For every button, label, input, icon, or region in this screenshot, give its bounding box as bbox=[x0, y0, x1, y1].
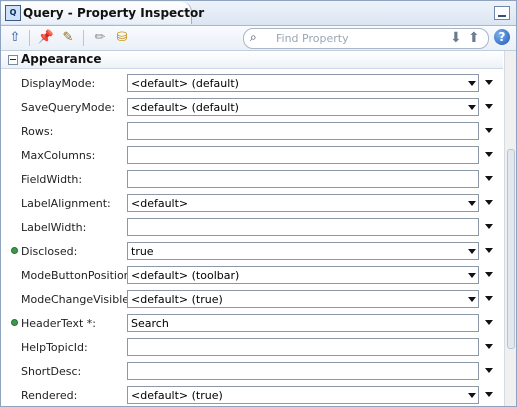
query-icon: Q bbox=[5, 5, 21, 21]
property-input[interactable] bbox=[127, 146, 479, 164]
property-menu-icon[interactable] bbox=[485, 104, 493, 109]
property-label: Rows: bbox=[21, 125, 54, 138]
property-row: LabelWidth: bbox=[1, 215, 503, 239]
property-value: <default> (toolbar) bbox=[131, 269, 240, 282]
property-menu-icon[interactable] bbox=[485, 392, 493, 397]
property-row: HeaderText *: Search bbox=[1, 311, 503, 335]
property-input[interactable] bbox=[127, 338, 479, 356]
property-row: Disclosed: true bbox=[1, 239, 503, 263]
toolbar-separator bbox=[29, 30, 30, 46]
property-menu-icon[interactable] bbox=[485, 272, 493, 277]
inspector-tab[interactable]: Q Query - Property Inspector bbox=[1, 2, 204, 24]
window-title: Query - Property Inspector bbox=[23, 6, 205, 20]
property-row: ShortDesc: bbox=[1, 359, 503, 383]
toolbar: ⇧ 📌 ✎ ✏ ⛁ ⌕ ⬇ ⬆ ? bbox=[1, 26, 516, 51]
property-label: LabelWidth: bbox=[21, 221, 87, 234]
property-input[interactable]: Search bbox=[127, 314, 479, 332]
pin-icon[interactable]: 📌 bbox=[37, 29, 55, 47]
property-row: DisplayMode: <default> (default) bbox=[1, 71, 503, 95]
property-row: HelpTopicId: bbox=[1, 335, 503, 359]
property-menu-icon[interactable] bbox=[485, 296, 493, 301]
property-value: <default> (default) bbox=[131, 77, 239, 90]
property-row: ModeChangeVisible: <default> (true) bbox=[1, 287, 503, 311]
property-list: DisplayMode: <default> (default) SaveQuery… bbox=[1, 71, 503, 406]
property-input[interactable] bbox=[127, 362, 479, 380]
property-label: FieldWidth: bbox=[21, 173, 83, 186]
dropdown-arrow-icon[interactable] bbox=[468, 249, 476, 254]
arrow-up-icon[interactable]: ⬆ bbox=[468, 30, 480, 46]
section-title: Appearance bbox=[21, 52, 102, 66]
property-input[interactable] bbox=[127, 170, 479, 188]
property-menu-icon[interactable] bbox=[485, 368, 493, 373]
property-value: <default> (true) bbox=[131, 293, 223, 306]
help-icon[interactable]: ? bbox=[494, 29, 510, 45]
find-property-field[interactable]: ⌕ ⬇ ⬆ bbox=[243, 28, 489, 49]
property-label: ShortDesc: bbox=[21, 365, 82, 378]
property-select[interactable]: <default> (toolbar) bbox=[127, 266, 479, 284]
property-row: ModeButtonPosition: <default> (toolbar) bbox=[1, 263, 503, 287]
property-label: HelpTopicId: bbox=[21, 341, 88, 354]
property-row: LabelAlignment: <default> bbox=[1, 191, 503, 215]
vertical-scrollbar[interactable] bbox=[504, 51, 516, 406]
property-row: Rendered: <default> (true) bbox=[1, 383, 503, 406]
property-menu-icon[interactable] bbox=[485, 128, 493, 133]
property-label: MaxColumns: bbox=[21, 149, 96, 162]
property-input[interactable] bbox=[127, 122, 479, 140]
property-menu-icon[interactable] bbox=[485, 176, 493, 181]
property-select[interactable]: <default> (default) bbox=[127, 98, 479, 116]
property-label: SaveQueryMode: bbox=[21, 101, 116, 114]
dropdown-arrow-icon[interactable] bbox=[468, 81, 476, 86]
property-menu-icon[interactable] bbox=[485, 344, 493, 349]
property-menu-icon[interactable] bbox=[485, 152, 493, 157]
modified-indicator-icon bbox=[11, 319, 18, 326]
property-label: LabelAlignment: bbox=[21, 197, 111, 210]
property-menu-icon[interactable] bbox=[485, 224, 493, 229]
edit-icon[interactable]: ✎ bbox=[59, 29, 77, 47]
collapse-icon[interactable] bbox=[8, 55, 18, 65]
search-icon: ⌕ bbox=[250, 30, 257, 44]
search-input[interactable] bbox=[276, 31, 436, 45]
property-label: DisplayMode: bbox=[21, 77, 96, 90]
dropdown-arrow-icon[interactable] bbox=[468, 297, 476, 302]
dropdown-arrow-icon[interactable] bbox=[468, 105, 476, 110]
property-select[interactable]: <default> (default) bbox=[127, 74, 479, 92]
modified-indicator-icon bbox=[11, 247, 18, 254]
property-value: true bbox=[131, 245, 154, 258]
pencil-icon[interactable]: ✏ bbox=[91, 29, 109, 47]
property-row: MaxColumns: bbox=[1, 143, 503, 167]
dropdown-arrow-icon[interactable] bbox=[468, 273, 476, 278]
property-menu-icon[interactable] bbox=[485, 200, 493, 205]
property-value: Search bbox=[131, 317, 169, 330]
dropdown-arrow-icon[interactable] bbox=[468, 201, 476, 206]
property-select[interactable]: true bbox=[127, 242, 479, 260]
property-menu-icon[interactable] bbox=[485, 80, 493, 85]
scrollbar-thumb[interactable] bbox=[507, 149, 515, 349]
toolbar-separator bbox=[83, 30, 84, 46]
property-row: SaveQueryMode: <default> (default) bbox=[1, 95, 503, 119]
property-menu-icon[interactable] bbox=[485, 320, 493, 325]
title-bar: Q Query - Property Inspector bbox=[1, 1, 516, 26]
property-input[interactable] bbox=[127, 218, 479, 236]
property-value: <default> bbox=[131, 197, 189, 210]
property-select[interactable]: <default> (true) bbox=[127, 386, 479, 404]
minimize-button[interactable] bbox=[494, 6, 510, 20]
property-menu-icon[interactable] bbox=[485, 248, 493, 253]
appearance-section-header[interactable]: Appearance bbox=[1, 51, 503, 69]
property-row: Rows: bbox=[1, 119, 503, 143]
property-inspector-window: Q Query - Property Inspector ⇧ 📌 ✎ ✏ ⛁ ⌕… bbox=[0, 0, 517, 407]
property-label: Rendered: bbox=[21, 389, 78, 402]
property-row: FieldWidth: bbox=[1, 167, 503, 191]
arrow-down-icon[interactable]: ⬇ bbox=[450, 30, 462, 46]
property-select[interactable]: <default> (true) bbox=[127, 290, 479, 308]
dropdown-arrow-icon[interactable] bbox=[468, 393, 476, 398]
property-value: <default> (true) bbox=[131, 389, 223, 402]
property-value: <default> (default) bbox=[131, 101, 239, 114]
up-arrow-icon[interactable]: ⇧ bbox=[6, 29, 24, 47]
property-label: Disclosed: bbox=[21, 245, 78, 258]
property-label: ModeButtonPosition: bbox=[21, 269, 135, 282]
property-label: HeaderText *: bbox=[21, 317, 97, 330]
property-label: ModeChangeVisible: bbox=[21, 293, 133, 306]
bind-icon[interactable]: ⛁ bbox=[113, 29, 131, 47]
property-select[interactable]: <default> bbox=[127, 194, 479, 212]
